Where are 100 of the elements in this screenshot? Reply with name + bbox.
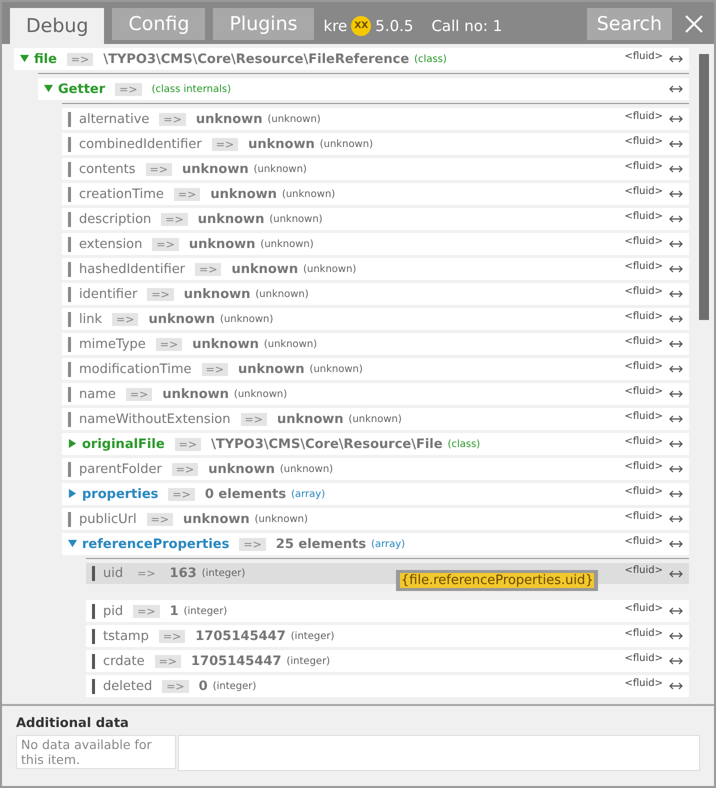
fluid-link[interactable]: <fluid> <box>624 460 663 472</box>
tree-row[interactable]: link => unknown (unknown) <fluid> <box>62 308 689 330</box>
tree-row[interactable]: referenceProperties => 25 elements (array) <fluid> <box>62 533 689 555</box>
fluid-link[interactable]: <fluid> <box>624 510 663 522</box>
tree-row[interactable]: publicUrl => unknown (unknown) <fluid> <box>62 508 689 530</box>
fluid-link[interactable]: <fluid> <box>624 436 663 446</box>
property-name: identifier <box>79 286 138 302</box>
type-label: (unknown) <box>260 238 314 250</box>
type-label: (unknown) <box>303 264 356 274</box>
property-value: 163 <box>170 566 197 581</box>
arrow-operator: => <box>202 362 228 376</box>
property-name: file <box>34 52 57 66</box>
fluid-link[interactable]: <fluid> <box>624 602 663 614</box>
arrow-operator: => <box>112 312 138 326</box>
arrow-operator: => <box>162 680 189 692</box>
type-label: (unknown) <box>264 338 318 350</box>
type-label: (unknown) <box>254 514 308 524</box>
fluid-link[interactable]: <fluid> <box>624 236 663 246</box>
arrow-operator: => <box>195 262 222 276</box>
type-label: (array) <box>371 538 406 550</box>
type-label: (unknown) <box>234 388 288 400</box>
fluid-link[interactable]: <fluid> <box>624 652 663 664</box>
fluid-link[interactable]: <fluid> <box>624 536 663 546</box>
arrow-operator: => <box>115 82 142 96</box>
fluid-link[interactable]: <fluid> <box>624 186 663 196</box>
tree-row[interactable]: description => unknown (unknown) <fluid> <box>62 208 689 230</box>
arrow-operator: => <box>212 138 238 150</box>
fluid-link[interactable]: <fluid> <box>624 50 663 62</box>
property-value: unknown <box>188 236 256 252</box>
fluid-link[interactable]: <fluid> <box>624 360 663 372</box>
tree-row[interactable]: hashedIdentifier => unknown (unknown) <fluid> <box>62 258 689 280</box>
arrow-operator: => <box>147 288 174 300</box>
property-name: uid <box>103 566 124 581</box>
tree-row[interactable]: mimeType => unknown (unknown) <fluid> <box>62 333 689 355</box>
type-label: (unknown) <box>320 138 373 150</box>
fluid-link[interactable]: <fluid> <box>624 565 663 576</box>
tree-row[interactable]: creationTime => unknown (unknown) <fluid> <box>62 183 689 205</box>
type-label: (class) <box>448 438 480 450</box>
type-label: (unknown) <box>282 188 336 200</box>
fluid-link[interactable]: <fluid> <box>624 210 663 222</box>
property-value: unknown <box>196 112 262 126</box>
fluid-link[interactable]: <fluid> <box>624 386 663 396</box>
fluid-link[interactable]: <fluid> <box>624 110 663 122</box>
fluid-link[interactable]: <fluid> <box>624 628 663 638</box>
tree-row[interactable]: file => \TYPO3\CMS\Core\Resource\FileReference (class) <fluid> <box>14 48 689 70</box>
property-name: name <box>79 386 116 402</box>
tree-row[interactable]: contents => unknown (unknown) <fluid> <box>62 158 689 180</box>
type-label: (unknown) <box>254 164 307 174</box>
fluid-link[interactable]: <fluid> <box>624 260 663 272</box>
arrow-operator: => <box>146 512 174 526</box>
tooltip-text: {file.referenceProperties.uid} <box>400 573 594 588</box>
tree-row[interactable]: pid => 1 (integer) <fluid> <box>86 600 689 622</box>
type-label: (integer) <box>202 568 246 579</box>
tree-row[interactable]: originalFile => \TYPO3\CMS\Core\Resource\File (class) <fluid> <box>62 433 689 455</box>
property-value: unknown <box>248 136 315 152</box>
property-value: unknown <box>208 462 275 476</box>
fluid-link[interactable]: <fluid> <box>624 678 663 688</box>
property-name: parentFolder <box>79 462 162 476</box>
fluid-link[interactable]: <fluid> <box>624 136 663 146</box>
property-name: contents <box>79 162 136 176</box>
property-value: unknown <box>183 512 250 526</box>
tree-row[interactable]: properties => 0 elements (array) <fluid> <box>62 483 689 505</box>
tree-row[interactable]: tstamp => 1705145447 (integer) <fluid> <box>86 625 689 647</box>
tree-row[interactable]: Getter => (class internals) <box>38 78 689 100</box>
tree-row[interactable]: alternative => unknown (unknown) <fluid> <box>62 108 689 130</box>
fluid-link[interactable]: <fluid> <box>624 286 663 296</box>
fluid-link[interactable]: <fluid> <box>624 486 663 496</box>
fluid-link[interactable]: <fluid> <box>624 310 663 322</box>
empty-message: No data available for this item. <box>16 735 176 769</box>
property-value: unknown <box>162 386 229 402</box>
type-label: (integer) <box>212 680 256 692</box>
tree-row[interactable]: parentFolder => unknown (unknown) <fluid> <box>62 458 689 480</box>
tree-row[interactable]: identifier => unknown (unknown) <fluid> <box>62 283 689 305</box>
property-value: unknown <box>231 262 298 276</box>
fluid-link[interactable]: <fluid> <box>624 160 663 172</box>
arrow-operator: => <box>161 212 188 226</box>
tree-row[interactable]: deleted => 0 (integer) <fluid> <box>86 675 689 697</box>
arrow-operator: => <box>126 388 152 400</box>
tree-row[interactable]: extension => unknown (unknown) <fluid> <box>62 233 689 255</box>
fluid-link[interactable]: <fluid> <box>624 336 663 346</box>
property-value: 1705145447 <box>191 654 282 668</box>
property-name: originalFile <box>82 436 165 452</box>
property-value: unknown <box>192 336 259 352</box>
type-label: (integer) <box>290 630 334 642</box>
tree-row[interactable]: combinedIdentifier => unknown (unknown) <fluid> <box>62 133 689 155</box>
tab[interactable]: Debug <box>10 8 104 44</box>
property-name: mimeType <box>79 336 146 352</box>
fluid-link[interactable]: <fluid> <box>624 410 663 422</box>
property-name: alternative <box>79 112 150 126</box>
type-label: (unknown) <box>269 214 323 224</box>
tree-row[interactable]: crdate => 1705145447 (integer) <fluid> <box>86 650 689 672</box>
tree-row[interactable]: name => unknown (unknown) <fluid> <box>62 383 689 405</box>
type-label: (integer) <box>184 606 228 616</box>
arrow-operator: => <box>158 630 186 642</box>
property-value: unknown <box>182 162 249 176</box>
property-name: link <box>79 312 102 326</box>
arrow-operator: => <box>156 338 182 350</box>
tree-row[interactable]: modificationTime => unknown (unknown) <fluid> <box>62 358 689 380</box>
property-name: pid <box>103 604 124 618</box>
tree-row[interactable]: nameWithoutExtension => unknown (unknown) <fluid> <box>62 408 689 430</box>
